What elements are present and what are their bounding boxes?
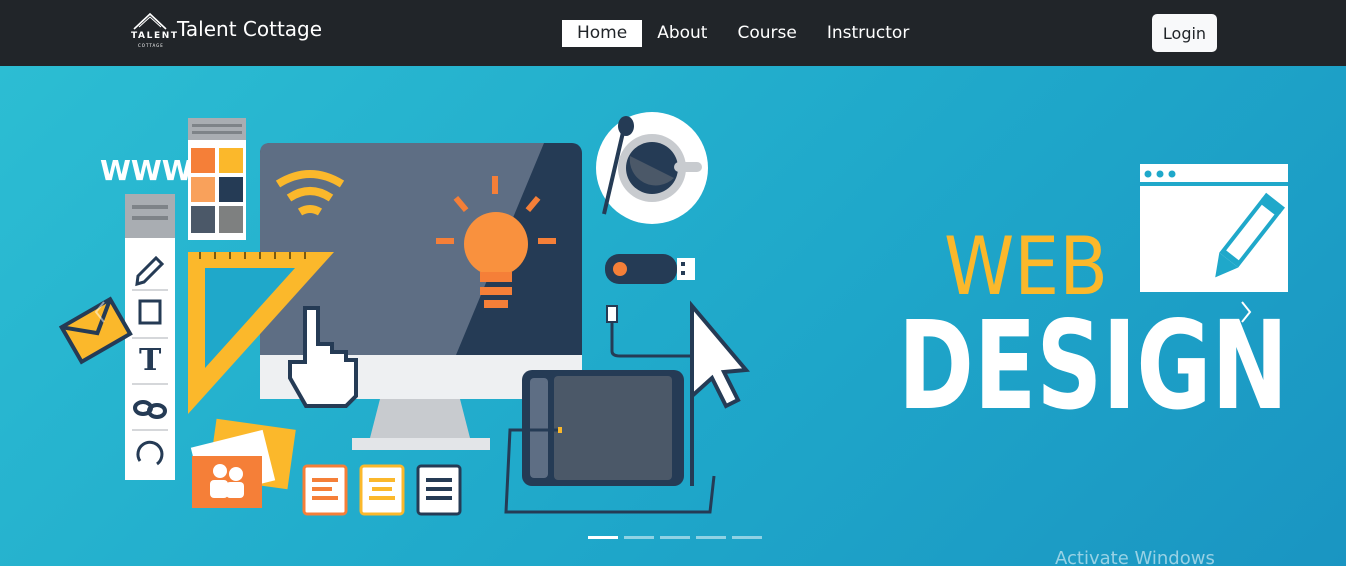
tool-strip-icon: T [125,194,175,480]
brand-name[interactable]: Talent Cottage [177,17,322,41]
cable-line [610,321,700,358]
logo-text-cottage: COTTAGE [138,43,164,48]
arrow-cursor-icon [690,300,751,409]
carousel-indicator-5[interactable] [732,536,762,539]
navbar: TALENT COTTAGE Talent Cottage Home About… [0,0,1346,66]
nav-course[interactable]: Course [722,20,811,47]
carousel-indicator-3[interactable] [660,536,690,539]
brand-logo: TALENT COTTAGE [130,12,177,54]
photo-gallery-icon [190,418,296,508]
carousel-indicator-2[interactable] [624,536,654,539]
nav-home[interactable]: Home [562,20,643,47]
main-nav: Home About Course Instructor [562,20,924,47]
headline-design: DESIGN [898,295,1288,437]
carousel-next-button[interactable] [1236,292,1260,332]
cable-plug [606,305,618,323]
logo-text-talent: TALENT [131,31,179,41]
web-design-illustration: WWW T WEB DESIGN [58,112,1288,516]
color-palette-icon [188,118,246,240]
carousel-indicator-4[interactable] [696,536,726,539]
carousel-indicator-1[interactable] [588,536,618,539]
drawing-tablet-icon [504,370,716,514]
login-button[interactable]: Login [1152,14,1217,52]
svg-text:T: T [139,343,162,378]
coffee-cup-icon [596,112,708,224]
nav-about[interactable]: About [642,20,722,47]
brand[interactable]: TALENT COTTAGE Talent Cottage [130,12,322,54]
www-text: WWW [100,154,193,187]
carousel-indicators [588,536,762,539]
chevron-left-icon [94,301,105,323]
nav-instructor[interactable]: Instructor [812,20,924,47]
browser-edit-icon [1140,164,1288,292]
document-icons [302,464,462,516]
hero-carousel: WWW T WEB DESIGN Activate Windows [0,66,1346,566]
usb-drive-icon [605,254,695,284]
chevron-right-icon [1241,301,1252,323]
carousel-prev-button[interactable] [88,292,112,332]
windows-activation-watermark: Activate Windows [1055,548,1215,566]
